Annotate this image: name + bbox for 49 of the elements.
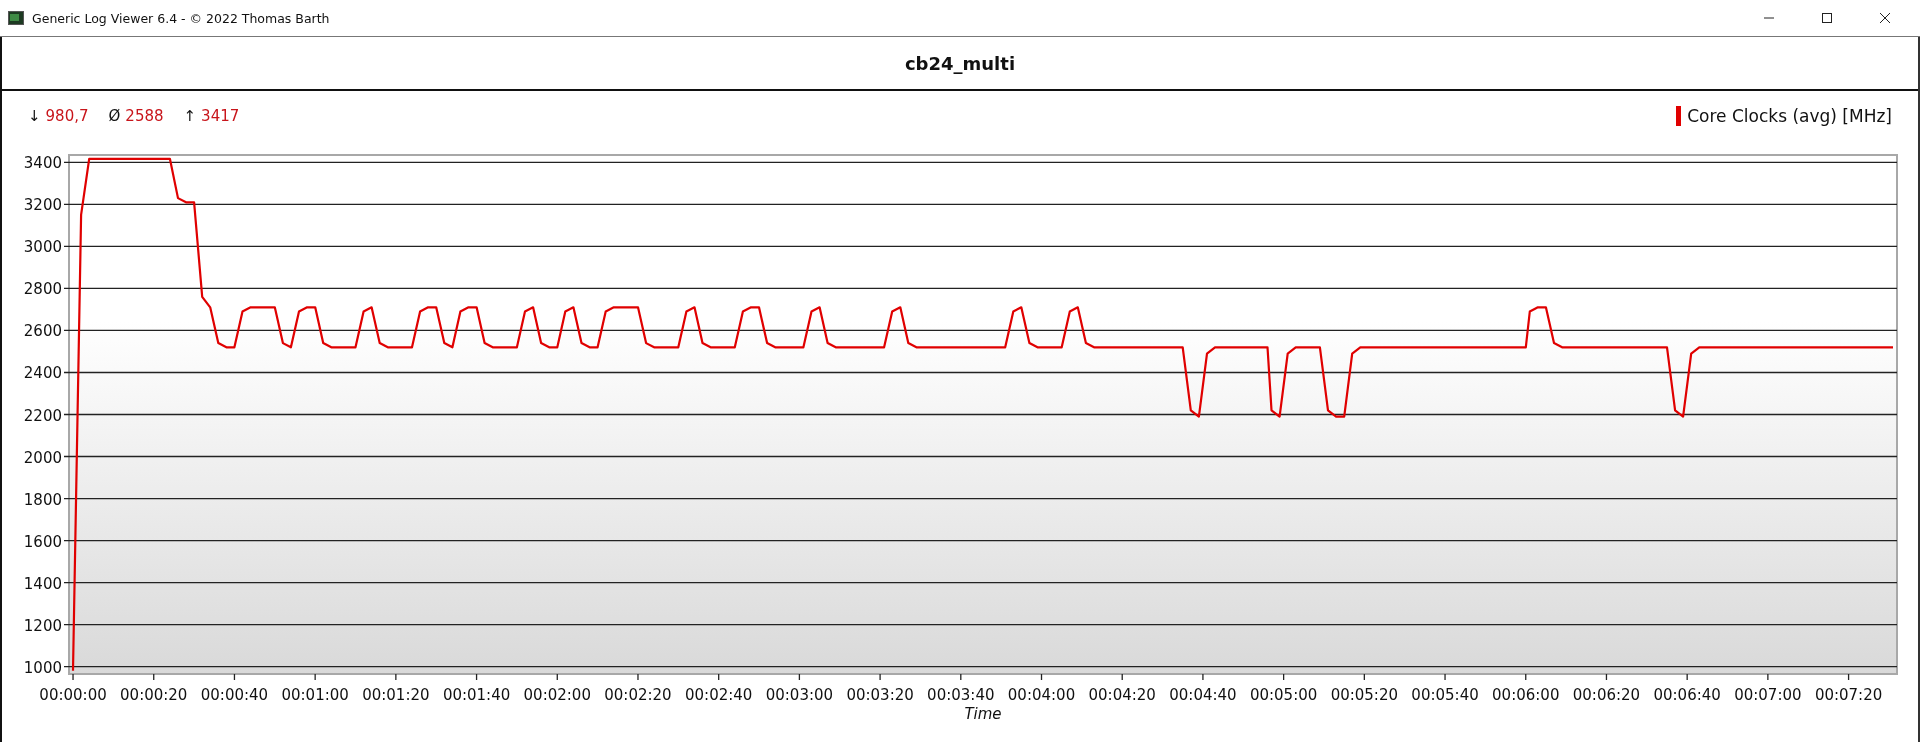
stat-symbol: ↑ <box>183 107 197 125</box>
axis-tick-label: 00:06:20 <box>1572 686 1641 704</box>
axis-tick-label: 00:05:00 <box>1249 686 1318 704</box>
axis-tick-label: 00:03:00 <box>765 686 834 704</box>
axis-tick-label: 2200 <box>23 406 62 425</box>
axis-tick-label: 00:00:00 <box>39 686 107 704</box>
legend-label: Core Clocks (avg) [MHz] <box>1687 106 1892 126</box>
axis-tick-label: 00:01:40 <box>442 686 511 704</box>
close-icon <box>1879 12 1891 24</box>
axis-tick-label: 00:03:40 <box>927 686 995 704</box>
axis-tick-label: 1400 <box>23 574 62 593</box>
axis-tick-label: 00:04:20 <box>1088 686 1156 704</box>
axis-tick-label: 00:06:40 <box>1653 686 1721 704</box>
axis-tick-label: 3200 <box>23 196 62 215</box>
axis-title: Time <box>964 705 1002 723</box>
stat-value: 2588 <box>125 107 164 125</box>
axis-tick-label: 00:00:20 <box>120 686 188 704</box>
axis-tick-label: 00:00:40 <box>200 686 269 704</box>
axis-tick-label: 00:04:40 <box>1169 686 1237 704</box>
stat-symbol: Ø <box>108 107 121 125</box>
axis-tick-label: 00:01:20 <box>362 686 430 704</box>
axis-tick-label: 1000 <box>23 658 62 677</box>
axis-tick-label: 00:05:20 <box>1330 686 1399 704</box>
axis-tick-label: 1600 <box>23 532 62 551</box>
axis-tick-label: 00:02:00 <box>523 686 591 704</box>
stat-symbol: ↓ <box>28 107 41 125</box>
axis-tick-label: 00:07:00 <box>1734 686 1802 704</box>
axis-tick-label: 2600 <box>23 322 62 341</box>
axis-tick-label: 00:07:20 <box>1814 686 1883 704</box>
axis-tick-label: 00:02:40 <box>685 686 753 704</box>
axis-tick-label: 3000 <box>23 238 62 257</box>
axis-tick-label: 00:03:20 <box>846 686 914 704</box>
axis-tick-label: 00:02:20 <box>604 686 672 704</box>
chart-title: cb24_multi <box>904 52 1016 74</box>
axis-tick-label: 00:06:00 <box>1492 686 1560 704</box>
axis-tick-label: 2400 <box>23 364 62 383</box>
stat-value: 980,7 <box>45 107 89 125</box>
axis-tick-label: 3400 <box>23 154 62 173</box>
maximize-icon <box>1821 12 1833 24</box>
stat-value: 3417 <box>201 107 240 125</box>
axis-tick-label: 00:05:40 <box>1411 686 1479 704</box>
axis-tick-label: 00:04:00 <box>1007 686 1076 704</box>
axis-tick-label: 00:01:00 <box>281 686 349 704</box>
window-title: Generic Log Viewer 6.4 - © 2022 Thomas Barth <box>32 10 330 26</box>
axis-tick-label: 1200 <box>23 616 62 635</box>
axis-tick-label: 2800 <box>23 280 62 299</box>
app-icon <box>8 11 24 25</box>
axis-tick-label: 1800 <box>23 490 62 509</box>
axis-tick-label: 2000 <box>23 448 62 467</box>
